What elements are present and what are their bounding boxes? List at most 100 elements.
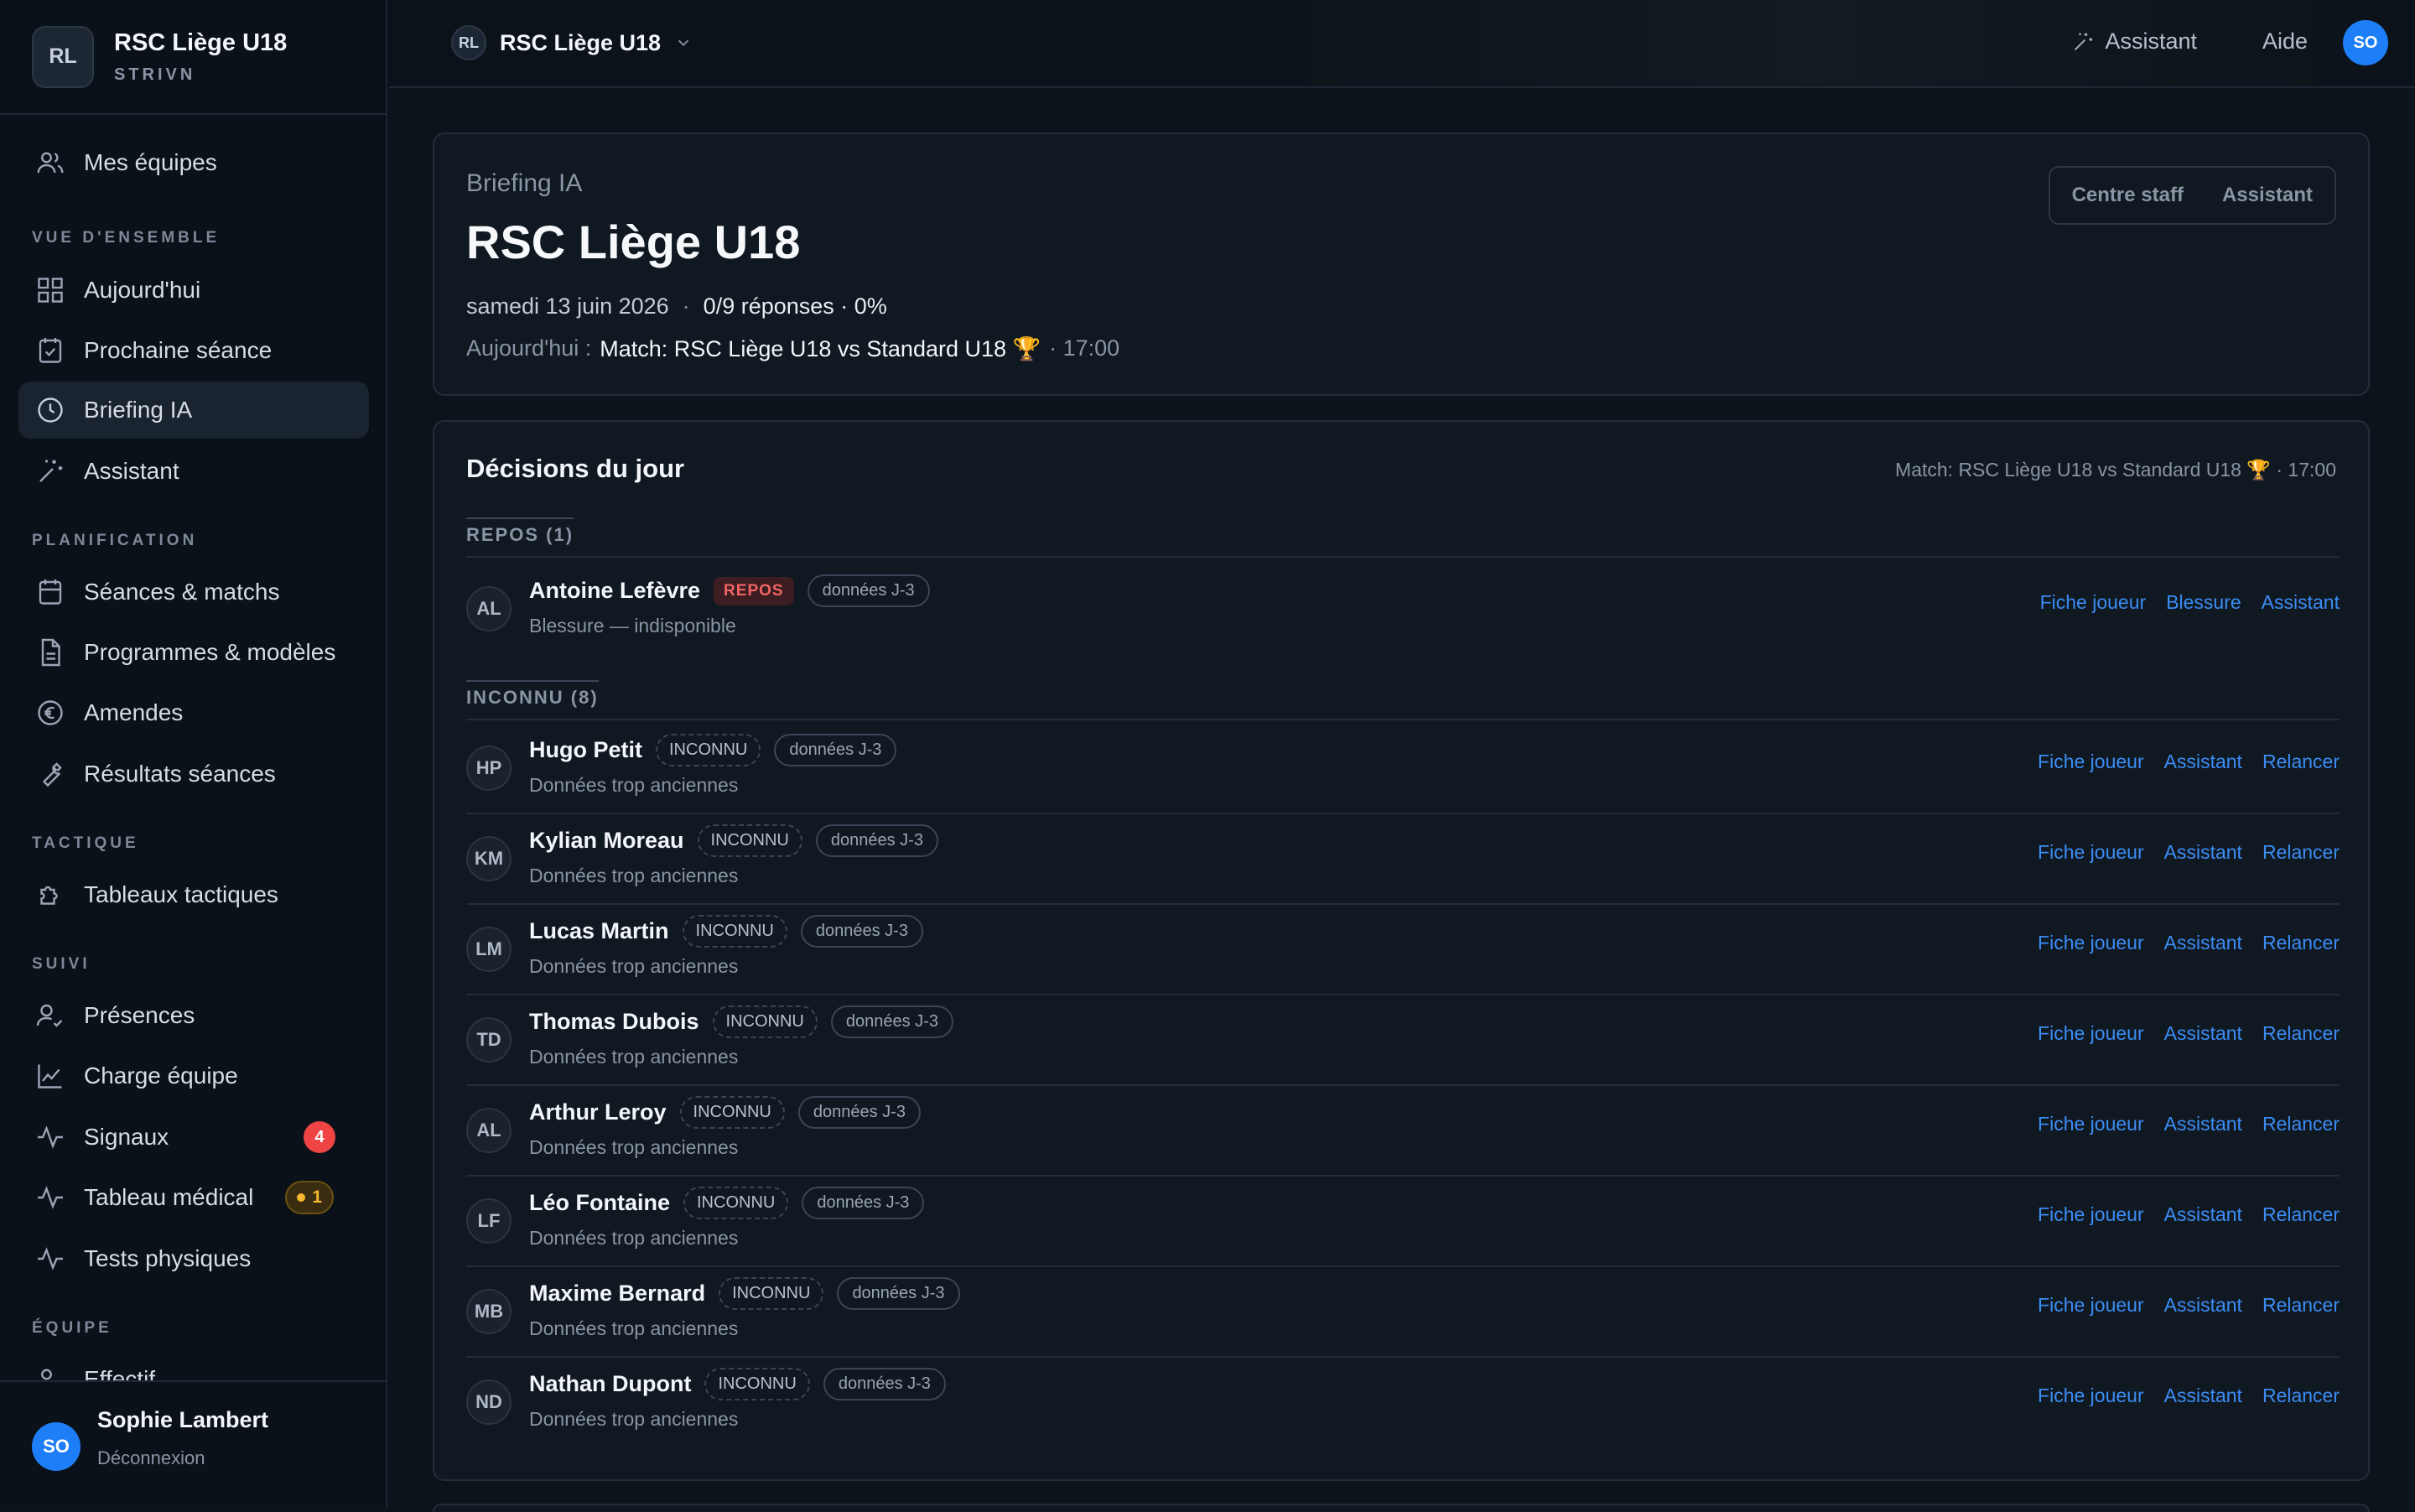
player-note: Données trop anciennes	[529, 1136, 739, 1158]
divider	[466, 1356, 2340, 1358]
sidebar: RL RSC Liège U18 STRIVN Mes équipes VUE …	[0, 0, 387, 1509]
grid-icon	[38, 278, 63, 303]
assistant-link[interactable]: Assistant	[2164, 1113, 2242, 1135]
assistant-link[interactable]: Assistant	[2164, 1203, 2242, 1226]
divider	[466, 1084, 2340, 1086]
sidebar-item-presence[interactable]: Présences	[18, 987, 369, 1044]
remind-link[interactable]: Relancer	[2262, 1203, 2340, 1226]
player-avatar: ND	[466, 1380, 512, 1425]
player-sheet-link[interactable]: Fiche joueur	[2038, 1113, 2144, 1135]
sidebar-item-briefing[interactable]: Briefing IA	[18, 382, 369, 439]
sidebar-item-label: Programmes & modèles	[84, 639, 336, 665]
assistant-link[interactable]: Assistant	[2164, 932, 2242, 954]
player-row: HP Hugo Petit INCONNU données J-3 Données tr…	[466, 725, 2340, 816]
assistant-link[interactable]: Assistant	[2164, 841, 2242, 864]
sidebar-item-signals[interactable]: Signaux 4	[18, 1109, 369, 1166]
sidebar-item-programs[interactable]: Programmes & modèles	[18, 624, 369, 681]
topbar-assistant-button[interactable]: Assistant	[2071, 29, 2197, 55]
user-panel: SO Sophie Lambert Déconnexion	[0, 1380, 386, 1509]
player-sheet-link[interactable]: Fiche joueur	[2038, 1385, 2144, 1407]
user-check-icon	[36, 1004, 63, 1027]
player-row: LM Lucas Martin INCONNU données J-3 Données …	[466, 907, 2340, 997]
section-tactics: TACTIQUE	[32, 834, 139, 852]
assistant-link[interactable]: Assistant	[2164, 1294, 2242, 1317]
users-icon	[37, 152, 64, 174]
sidebar-item-label: Mes équipes	[84, 149, 217, 175]
player-sheet-link[interactable]: Fiche joueur	[2038, 1022, 2144, 1045]
player-sheet-link[interactable]: Fiche joueur	[2038, 841, 2144, 864]
sidebar-item-label: Tests physiques	[84, 1245, 252, 1271]
player-row: LF Léo Fontaine INCONNU données J-3 Données …	[466, 1178, 2340, 1269]
team-name: RSC Liège U18	[500, 29, 662, 55]
today-event[interactable]: Match: RSC Liège U18 vs Standard U18 🏆	[600, 335, 1041, 362]
assistant-button[interactable]: Assistant	[2222, 184, 2313, 207]
remind-link[interactable]: Relancer	[2262, 1385, 2340, 1407]
sidebar-header[interactable]: RL RSC Liège U18 STRIVN	[0, 0, 386, 115]
sidebar-item-team-load[interactable]: Charge équipe	[18, 1047, 369, 1104]
club-logo: RL	[32, 25, 94, 88]
remind-link[interactable]: Relancer	[2262, 841, 2340, 864]
player-name[interactable]: Léo Fontaine	[529, 1190, 670, 1216]
divider	[466, 556, 2340, 558]
sidebar-item-sessions[interactable]: Séances & matchs	[18, 564, 369, 621]
remind-link[interactable]: Relancer	[2262, 1294, 2340, 1317]
player-avatar: TD	[466, 1017, 512, 1063]
status-badge: INCONNU	[712, 1005, 818, 1038]
assistant-link[interactable]: Assistant	[2164, 1385, 2242, 1407]
staff-center-button[interactable]: Centre staff	[2072, 184, 2184, 207]
briefing-label: Briefing IA	[466, 169, 583, 197]
player-name[interactable]: Nathan Dupont	[529, 1371, 691, 1397]
remind-link[interactable]: Relancer	[2262, 1022, 2340, 1045]
player-sheet-link[interactable]: Fiche joueur	[2038, 751, 2144, 773]
sidebar-item-assistant[interactable]: Assistant	[18, 443, 369, 500]
briefing-date: samedi 13 juin 2026	[466, 294, 669, 319]
player-name[interactable]: Thomas Dubois	[529, 1009, 699, 1035]
sidebar-item-next-session[interactable]: Prochaine séance	[18, 322, 369, 379]
divider	[466, 994, 2340, 995]
sidebar-item-today[interactable]: Aujourd'hui	[18, 262, 369, 319]
sparkle-wand-icon	[2075, 33, 2093, 50]
brand-name: STRIVN	[114, 65, 196, 84]
assistant-link[interactable]: Assistant	[2262, 591, 2340, 614]
chevron-down-icon	[678, 39, 689, 47]
player-sheet-link[interactable]: Fiche joueur	[2040, 591, 2147, 614]
remind-link[interactable]: Relancer	[2262, 751, 2340, 773]
page-title: RSC Liège U18	[466, 216, 801, 268]
assistant-link[interactable]: Assistant	[2164, 751, 2242, 773]
sidebar-item-label: Tableaux tactiques	[84, 881, 278, 907]
response-stats: 0/9 réponses · 0%	[703, 294, 887, 319]
sidebar-item-label: Séances & matchs	[84, 579, 280, 605]
player-name[interactable]: Arthur Leroy	[529, 1099, 667, 1125]
topbar-glow	[1228, 0, 2402, 88]
player-avatar: LM	[466, 927, 512, 972]
section-overview: VUE D'ENSEMBLE	[32, 229, 221, 247]
sidebar-item-fines[interactable]: Amendes	[18, 684, 369, 741]
assistant-link[interactable]: Assistant	[2164, 1022, 2242, 1045]
help-link[interactable]: Aide	[2262, 29, 2308, 55]
player-sheet-link[interactable]: Fiche joueur	[2038, 1203, 2144, 1226]
player-name[interactable]: Maxime Bernard	[529, 1281, 705, 1307]
sidebar-item-teams[interactable]: Mes équipes	[18, 134, 369, 191]
remind-link[interactable]: Relancer	[2262, 1113, 2340, 1135]
sidebar-item-tactic-boards[interactable]: Tableaux tactiques	[18, 866, 369, 923]
team-switcher[interactable]: RL RSC Liège U18	[451, 25, 693, 60]
remind-link[interactable]: Relancer	[2262, 932, 2340, 954]
topbar-user-avatar[interactable]: SO	[2343, 20, 2388, 65]
status-badge: INCONNU	[683, 1187, 789, 1219]
player-name[interactable]: Lucas Martin	[529, 918, 669, 944]
sidebar-item-results[interactable]: Résultats séances	[18, 746, 369, 803]
player-sheet-link[interactable]: Fiche joueur	[2038, 932, 2144, 954]
player-note: Données trop anciennes	[529, 1227, 739, 1249]
player-name[interactable]: Hugo Petit	[529, 737, 642, 763]
injury-link[interactable]: Blessure	[2166, 591, 2241, 614]
data-age-badge: données J-3	[807, 574, 930, 607]
logout-link[interactable]: Déconnexion	[97, 1447, 205, 1469]
sidebar-item-physical-tests[interactable]: Tests physiques	[18, 1230, 369, 1287]
user-avatar[interactable]: SO	[32, 1422, 80, 1471]
player-name[interactable]: Kylian Moreau	[529, 828, 684, 854]
sparkle-wand-icon	[39, 460, 63, 482]
player-name[interactable]: Antoine Lefèvre	[529, 578, 700, 604]
player-sheet-link[interactable]: Fiche joueur	[2038, 1294, 2144, 1317]
player-row: TD Thomas Dubois INCONNU données J-3 Données…	[466, 997, 2340, 1088]
sidebar-item-medical[interactable]: Tableau médical 1	[18, 1169, 369, 1226]
